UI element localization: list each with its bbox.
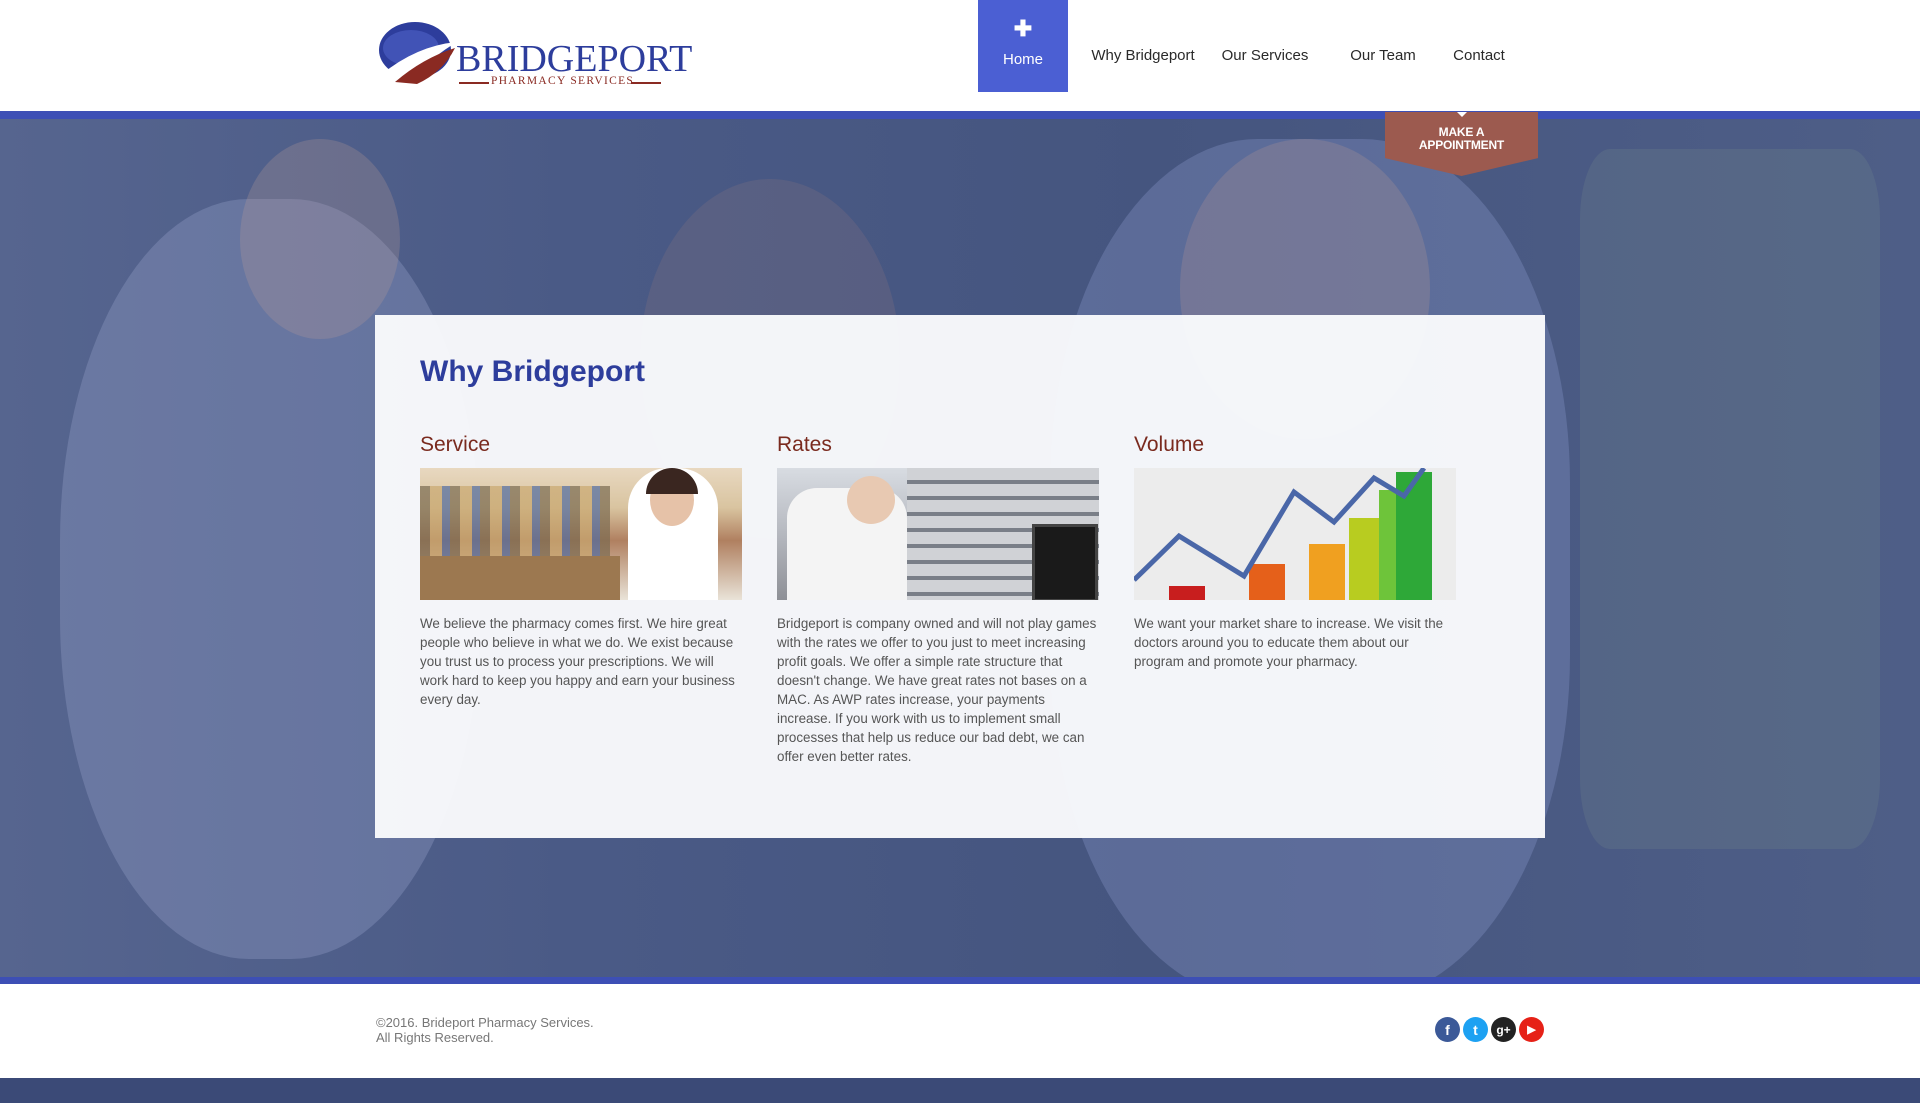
nav-item-why-bridgeport[interactable]: Why Bridgeport — [1088, 0, 1198, 92]
growth-chart-icon — [1134, 468, 1432, 600]
nav-label-our-team: Our Team — [1350, 46, 1416, 64]
youtube-icon[interactable]: ▶ — [1519, 1017, 1544, 1042]
pharmacist-face — [847, 476, 895, 524]
column-volume: Volume We want your market share to incr… — [1134, 433, 1457, 671]
column-service: Service We believe the pharmacy comes fi… — [420, 433, 743, 709]
hero-shelves-right — [1580, 149, 1880, 849]
nav-item-our-team[interactable]: Our Team — [1338, 0, 1428, 92]
google-plus-icon[interactable]: g+ — [1491, 1017, 1516, 1042]
copyright-line1: ©2016. Brideport Pharmacy Services. — [376, 1015, 594, 1030]
hero-face-left — [240, 139, 400, 339]
column-heading: Rates — [777, 433, 832, 456]
appointment-label: MAKE A APPOINTMENT — [1385, 126, 1538, 152]
logo-emblem-icon — [375, 22, 457, 84]
footer-accent-bar — [0, 977, 1920, 984]
copyright: ©2016. Brideport Pharmacy Services. All … — [376, 1015, 594, 1045]
appointment-line2: APPOINTMENT — [1418, 138, 1505, 152]
monitor-decor — [1032, 524, 1098, 600]
column-heading: Volume — [1134, 433, 1205, 456]
brand-name: BRIDGEPORT — [456, 38, 693, 80]
social-links: f t g+ ▶ — [1435, 1017, 1544, 1042]
why-bridgeport-panel: Why Bridgeport Service We believe the ph… — [375, 315, 1545, 838]
header-accent-bar — [0, 111, 1920, 119]
plus-icon: ✚ — [1013, 16, 1033, 41]
column-text: We want your market share to increase. W… — [1134, 616, 1444, 669]
nav-item-contact[interactable]: Contact — [1444, 0, 1514, 92]
column-heading: Service — [420, 433, 491, 456]
rates-image — [777, 468, 1099, 600]
nav-label-our-services: Our Services — [1221, 46, 1309, 64]
nav-label-why-bridgeport: Why Bridgeport — [1091, 46, 1195, 64]
nav-item-our-services[interactable]: Our Services — [1216, 0, 1314, 92]
counter-decor — [420, 556, 620, 600]
nav-item-home[interactable]: ✚ Home — [978, 0, 1068, 92]
site-footer: ©2016. Brideport Pharmacy Services. All … — [0, 984, 1920, 1078]
site-header: BRIDGEPORT PHARMACY SERVICES ✚ Home Why … — [0, 0, 1920, 111]
service-image — [420, 468, 742, 600]
nav-label-contact: Contact — [1453, 46, 1505, 64]
column-rates: Rates Bridgeport is company owned and wi… — [777, 433, 1100, 766]
bottom-background-strip — [0, 1078, 1920, 1103]
volume-image — [1134, 468, 1456, 600]
column-text: Bridgeport is company owned and will not… — [777, 616, 1097, 764]
brand-subtitle: PHARMACY SERVICES — [491, 75, 635, 87]
nav-label-home: Home — [1002, 50, 1043, 68]
logo-rule-right — [631, 82, 661, 84]
twitter-icon[interactable]: t — [1463, 1017, 1488, 1042]
copyright-line2: All Rights Reserved. — [376, 1030, 494, 1045]
logo-rule-left — [459, 82, 489, 84]
panel-title: Why Bridgeport — [420, 355, 645, 388]
facebook-icon[interactable]: f — [1435, 1017, 1460, 1042]
notch-icon — [1457, 112, 1467, 117]
shelf-decor — [420, 486, 610, 556]
logo[interactable]: BRIDGEPORT PHARMACY SERVICES — [373, 12, 692, 88]
column-text: We believe the pharmacy comes first. We … — [420, 616, 735, 707]
